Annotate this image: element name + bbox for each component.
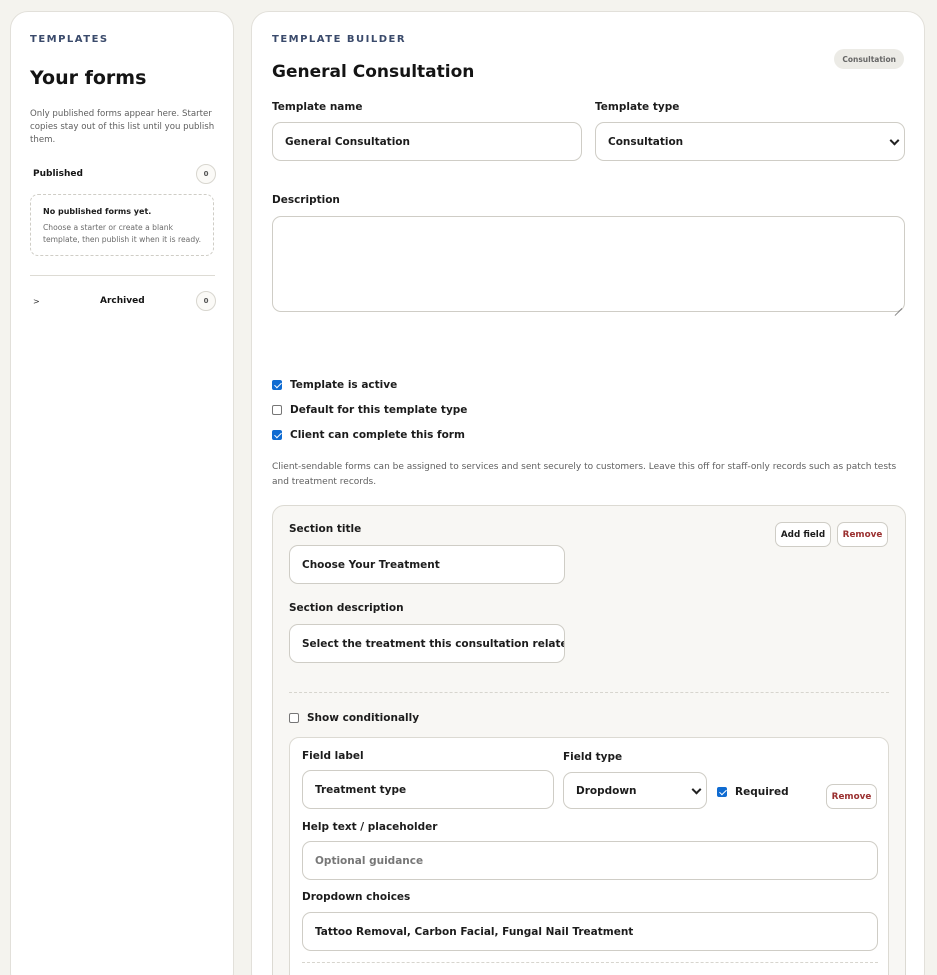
field-editor-card: Field label Treatment type Field type Dr…	[289, 737, 889, 975]
client-sendable-helper-text: Client-sendable forms can be assigned to…	[272, 462, 897, 487]
builder-eyebrow: TEMPLATE BUILDER	[272, 34, 407, 45]
chevron-right-icon: >	[33, 296, 40, 306]
option-client-can-complete-label: Client can complete this form	[290, 429, 465, 441]
form-section-card: Section title Choose Your Treatment Add …	[272, 505, 906, 975]
field-type-value: Dropdown	[576, 784, 637, 797]
checkbox-unchecked-icon[interactable]	[272, 405, 282, 415]
template-name-input[interactable]: General Consultation	[272, 122, 582, 161]
option-default-for-type-label: Default for this template type	[290, 404, 468, 416]
field-type-select[interactable]: Dropdown	[563, 772, 707, 809]
option-client-can-complete[interactable]: Client can complete this form	[272, 429, 465, 441]
published-group-label: Published	[33, 169, 83, 179]
sidebar-divider	[30, 275, 215, 276]
checkbox-checked-icon[interactable]	[717, 787, 727, 797]
remove-section-button[interactable]: Remove	[837, 522, 888, 547]
chevron-down-icon	[691, 784, 702, 795]
field-label-label: Field label	[302, 750, 364, 762]
description-textarea[interactable]	[272, 216, 905, 312]
sidebar-eyebrow: TEMPLATES	[30, 34, 109, 45]
show-conditionally-toggle[interactable]: Show conditionally	[289, 712, 419, 724]
published-empty-state: No published forms yet. Choose a starter…	[30, 194, 214, 256]
help-text-label: Help text / placeholder	[302, 821, 438, 833]
checkbox-unchecked-icon[interactable]	[289, 713, 299, 723]
dropdown-choices-input[interactable]: Tattoo Removal, Carbon Facial, Fungal Na…	[302, 912, 878, 951]
forms-sidebar: TEMPLATES Your forms Only published form…	[10, 11, 234, 975]
dropdown-choices-label: Dropdown choices	[302, 891, 411, 903]
required-label: Required	[735, 786, 789, 798]
sidebar-note: Only published forms appear here. Starte…	[30, 109, 215, 145]
template-type-value: Consultation	[608, 135, 684, 148]
section-title-input[interactable]: Choose Your Treatment	[289, 545, 565, 584]
option-template-active-label: Template is active	[290, 379, 398, 391]
option-default-for-type[interactable]: Default for this template type	[272, 404, 467, 416]
field-divider	[302, 962, 878, 963]
section-description-label: Section description	[289, 602, 404, 614]
builder-title: General Consultation	[272, 62, 475, 82]
archived-count-badge: 0	[196, 291, 216, 311]
template-builder-panel: TEMPLATE BUILDER General Consultation Co…	[251, 11, 925, 975]
field-type-label: Field type	[563, 751, 623, 763]
section-description-input[interactable]: Select the treatment this consultation r…	[289, 624, 565, 663]
empty-state-description: Choose a starter or create a blank templ…	[43, 223, 201, 244]
published-count-badge: 0	[196, 164, 216, 184]
show-conditionally-label: Show conditionally	[307, 712, 420, 724]
template-type-chip: Consultation	[834, 49, 904, 69]
option-template-active[interactable]: Template is active	[272, 379, 397, 391]
chevron-down-icon	[889, 135, 900, 146]
add-field-button[interactable]: Add field	[775, 522, 831, 547]
help-text-input[interactable]: Optional guidance	[302, 841, 878, 880]
template-name-label: Template name	[272, 101, 363, 113]
section-title-label: Section title	[289, 523, 362, 535]
published-group-header[interactable]: Published 0	[30, 164, 216, 184]
remove-field-button[interactable]: Remove	[826, 784, 877, 809]
section-divider	[289, 692, 889, 693]
checkbox-checked-icon[interactable]	[272, 430, 282, 440]
archived-group-toggle[interactable]: > Archived 0	[30, 291, 216, 311]
template-type-select[interactable]: Consultation	[595, 122, 905, 161]
sidebar-title: Your forms	[30, 67, 147, 89]
checkbox-checked-icon[interactable]	[272, 380, 282, 390]
archived-group-label: Archived	[100, 296, 145, 306]
template-type-label: Template type	[595, 101, 680, 113]
resize-handle-icon[interactable]	[894, 301, 902, 309]
empty-state-title: No published forms yet.	[43, 207, 152, 216]
field-label-input[interactable]: Treatment type	[302, 770, 554, 809]
description-label: Description	[272, 194, 340, 206]
required-toggle[interactable]: Required	[717, 786, 789, 798]
